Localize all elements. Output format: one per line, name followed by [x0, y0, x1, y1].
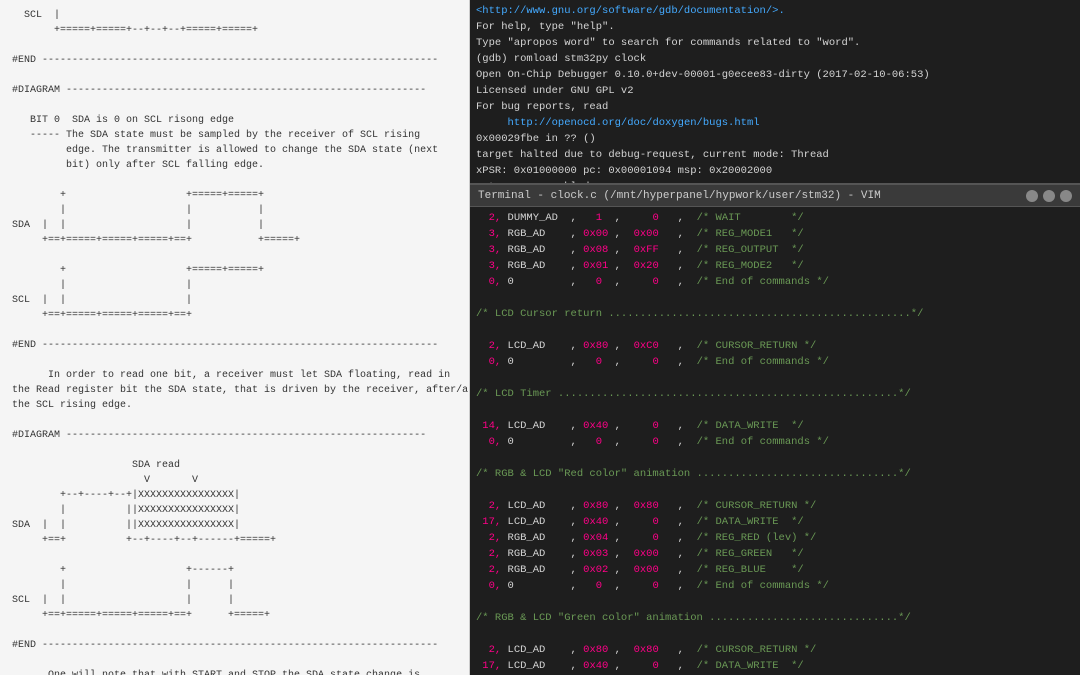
- section-header: /* LCD Cursor return ...................…: [476, 307, 1074, 323]
- section-header: [476, 451, 1074, 467]
- code-line: 0, 0 , 0 , 0 , /* End of commands */: [476, 435, 1074, 451]
- code-line: 0, 0 , 0 , 0 , /* End of commands */: [476, 275, 1074, 291]
- gdb-line: Type "apropos word" to search for comman…: [476, 36, 1074, 52]
- section-header: [476, 483, 1074, 499]
- vim-content[interactable]: 2, DUMMY_AD , 1 , 0 , /* WAIT */ 3, RGB_…: [470, 207, 1080, 675]
- code-line: 3, RGB_AD , 0x01 , 0x20 , /* REG_MODE2 *…: [476, 259, 1074, 275]
- section-header: [476, 595, 1074, 611]
- gdb-line: http://openocd.org/doc/doxygen/bugs.html: [476, 116, 1074, 132]
- section-header: [476, 627, 1074, 643]
- section-header: /* RGB & LCD "Green color" animation ...…: [476, 611, 1074, 627]
- code-line: 17, LCD_AD , 0x40 , 0 , /* DATA_WRITE */: [476, 515, 1074, 531]
- minimize-button[interactable]: [1026, 190, 1038, 202]
- gdb-line: <http://www.gnu.org/software/gdb/documen…: [476, 4, 1074, 20]
- gdb-line: (gdb) romload stm32py clock: [476, 52, 1074, 68]
- vim-title: Terminal - clock.c (/mnt/hyperpanel/hypw…: [478, 190, 881, 202]
- code-line: 3, RGB_AD , 0x08 , 0xFF , /* REG_OUTPUT …: [476, 243, 1074, 259]
- gdb-line: 0x00029fbe in ?? (): [476, 132, 1074, 148]
- gdb-line: For bug reports, read: [476, 100, 1074, 116]
- maximize-button[interactable]: [1043, 190, 1055, 202]
- code-line: 17, LCD_AD , 0x40 , 0 , /* DATA_WRITE */: [476, 659, 1074, 675]
- gdb-line: target halted due to debug-request, curr…: [476, 148, 1074, 164]
- section-header: [476, 371, 1074, 387]
- gdb-terminal[interactable]: <http://www.gnu.org/software/gdb/documen…: [470, 0, 1080, 185]
- code-line: 2, DUMMY_AD , 1 , 0 , /* WAIT */: [476, 211, 1074, 227]
- doc-content: SCL | +=====+=====+--+--+--+=====+=====+…: [12, 8, 457, 675]
- right-panel: <http://www.gnu.org/software/gdb/documen…: [470, 0, 1080, 675]
- code-line: 0, 0 , 0 , 0 , /* End of commands */: [476, 579, 1074, 595]
- vim-titlebar: Terminal - clock.c (/mnt/hyperpanel/hypw…: [470, 185, 1080, 207]
- left-panel: SCL | +=====+=====+--+--+--+=====+=====+…: [0, 0, 470, 675]
- title-left: Terminal - clock.c (/mnt/hyperpanel/hypw…: [478, 190, 881, 202]
- gdb-line: xPSR: 0x01000000 pc: 0x00001094 msp: 0x2…: [476, 164, 1074, 180]
- section-header: [476, 403, 1074, 419]
- code-line: 2, RGB_AD , 0x02 , 0x00 , /* REG_BLUE */: [476, 563, 1074, 579]
- code-line: 14, LCD_AD , 0x40 , 0 , /* DATA_WRITE */: [476, 419, 1074, 435]
- section-header: [476, 323, 1074, 339]
- gdb-line: Licensed under GNU GPL v2: [476, 84, 1074, 100]
- section-header: [476, 291, 1074, 307]
- code-line: 0, 0 , 0 , 0 , /* End of commands */: [476, 355, 1074, 371]
- code-line: 2, RGB_AD , 0x04 , 0 , /* REG_RED (lev) …: [476, 531, 1074, 547]
- code-line: 2, RGB_AD , 0x03 , 0x00 , /* REG_GREEN *…: [476, 547, 1074, 563]
- window-controls: [1026, 190, 1072, 202]
- code-line: 2, LCD_AD , 0x80 , 0x80 , /* CURSOR_RETU…: [476, 643, 1074, 659]
- code-line: 2, LCD_AD , 0x80 , 0x80 , /* CURSOR_RETU…: [476, 499, 1074, 515]
- gdb-line: For help, type "help".: [476, 20, 1074, 36]
- vim-terminal[interactable]: Terminal - clock.c (/mnt/hyperpanel/hypw…: [470, 185, 1080, 675]
- section-header: /* LCD Timer ...........................…: [476, 387, 1074, 403]
- close-button[interactable]: [1060, 190, 1072, 202]
- code-line: 3, RGB_AD , 0x00 , 0x00 , /* REG_MODE1 *…: [476, 227, 1074, 243]
- code-line: 2, LCD_AD , 0x80 , 0xC0 , /* CURSOR_RETU…: [476, 339, 1074, 355]
- gdb-line: Open On-Chip Debugger 0.10.0+dev-00001-g…: [476, 68, 1074, 84]
- section-header: /* RGB & LCD "Red color" animation .....…: [476, 467, 1074, 483]
